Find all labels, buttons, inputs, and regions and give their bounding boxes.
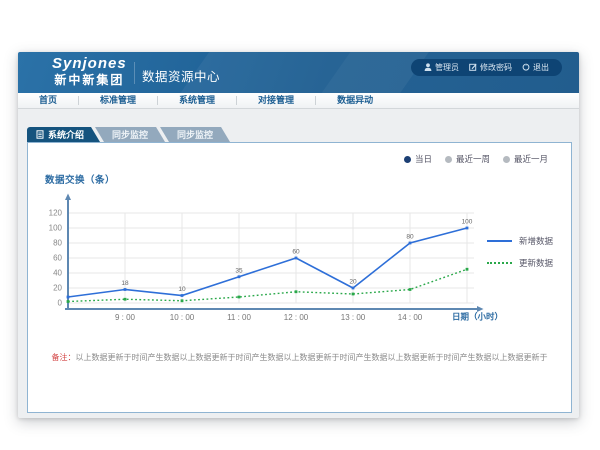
user-icon — [424, 63, 432, 73]
nav-item-0[interactable]: 首页 — [18, 93, 78, 108]
svg-text:100: 100 — [49, 224, 63, 233]
app-header: Synjones 新中新集团 数据资源中心 管理员 修改密码 退出 — [18, 52, 579, 93]
tab-label: 同步监控 — [177, 128, 213, 141]
tab-label: 同步监控 — [112, 128, 148, 141]
change-password-menu-item[interactable]: 修改密码 — [464, 62, 517, 73]
legend-label: 新增数据 — [519, 235, 553, 247]
logout-menu-item[interactable]: 退出 — [517, 62, 554, 73]
tab-bar: 系统介绍 同步监控 同步监控 — [27, 127, 230, 142]
user-label: 管理员 — [435, 62, 459, 73]
main-nav: 首页标准管理系统管理对接管理数据异动 — [18, 93, 579, 109]
svg-text:100: 100 — [462, 219, 473, 226]
change-password-label: 修改密码 — [480, 62, 512, 73]
svg-text:20: 20 — [349, 279, 357, 286]
footnote: 备注：以上数据更新于时间产生数据以上数据更新于时间产生数据以上数据更新于时间产生… — [28, 352, 571, 363]
logout-label: 退出 — [533, 62, 549, 73]
brand-logo-en: Synjones — [52, 56, 127, 72]
app-title: 数据资源中心 — [142, 66, 220, 85]
user-menu-item[interactable]: 管理员 — [419, 62, 464, 73]
svg-text:35: 35 — [235, 267, 243, 274]
svg-text:40: 40 — [53, 269, 62, 278]
tab-2[interactable]: 同步监控 — [160, 127, 230, 142]
tab-1[interactable]: 同步监控 — [95, 127, 165, 142]
svg-text:10 : 00: 10 : 00 — [170, 313, 195, 322]
footnote-text: 以上数据更新于时间产生数据以上数据更新于时间产生数据以上数据更新于时间产生数据以… — [76, 353, 548, 362]
svg-text:20: 20 — [53, 284, 62, 293]
brand-logo: Synjones 新中新集团 — [52, 56, 127, 88]
legend-line-sample — [487, 240, 512, 242]
edit-icon — [469, 63, 477, 73]
app-window: Synjones 新中新集团 数据资源中心 管理员修改密码退出 首页标准管理系统… — [18, 52, 579, 418]
legend-label: 更新数据 — [519, 257, 553, 269]
user-bar: 管理员 修改密码 退出 — [411, 59, 562, 76]
svg-text:日期（小时）: 日期（小时） — [452, 312, 503, 322]
svg-text:10: 10 — [178, 286, 186, 293]
svg-text:9 : 00: 9 : 00 — [115, 313, 136, 322]
svg-text:60: 60 — [292, 249, 300, 256]
svg-text:80: 80 — [406, 234, 414, 241]
nav-item-1[interactable]: 标准管理 — [79, 93, 157, 108]
svg-text:120: 120 — [49, 209, 63, 218]
svg-text:14 : 00: 14 : 00 — [398, 313, 423, 322]
tab-label: 系统介绍 — [48, 128, 84, 141]
chart-legend: 新增数据更新数据 — [487, 235, 553, 279]
nav-item-3[interactable]: 对接管理 — [237, 93, 315, 108]
legend-item-1: 更新数据 — [487, 257, 553, 269]
footnote-prefix: 备注： — [52, 353, 76, 362]
svg-text:60: 60 — [53, 254, 62, 263]
brand-logo-cn: 新中新集团 — [52, 72, 127, 88]
svg-text:80: 80 — [53, 239, 62, 248]
document-icon — [36, 130, 44, 139]
chart-panel: 当日最近一周最近一月 数据交换（条） 0204060801001209 : 00… — [27, 142, 572, 413]
nav-item-4[interactable]: 数据异动 — [316, 93, 394, 108]
nav-item-2[interactable]: 系统管理 — [158, 93, 236, 108]
legend-line-sample — [487, 262, 512, 264]
brand-separator — [134, 62, 135, 84]
svg-text:13 : 00: 13 : 00 — [341, 313, 366, 322]
logout-icon — [522, 63, 530, 73]
svg-text:18: 18 — [121, 280, 129, 287]
svg-text:11 : 00: 11 : 00 — [227, 313, 251, 322]
svg-text:0: 0 — [58, 299, 63, 308]
tab-0[interactable]: 系统介绍 — [27, 127, 100, 142]
svg-text:12 : 00: 12 : 00 — [284, 313, 309, 322]
legend-item-0: 新增数据 — [487, 235, 553, 247]
